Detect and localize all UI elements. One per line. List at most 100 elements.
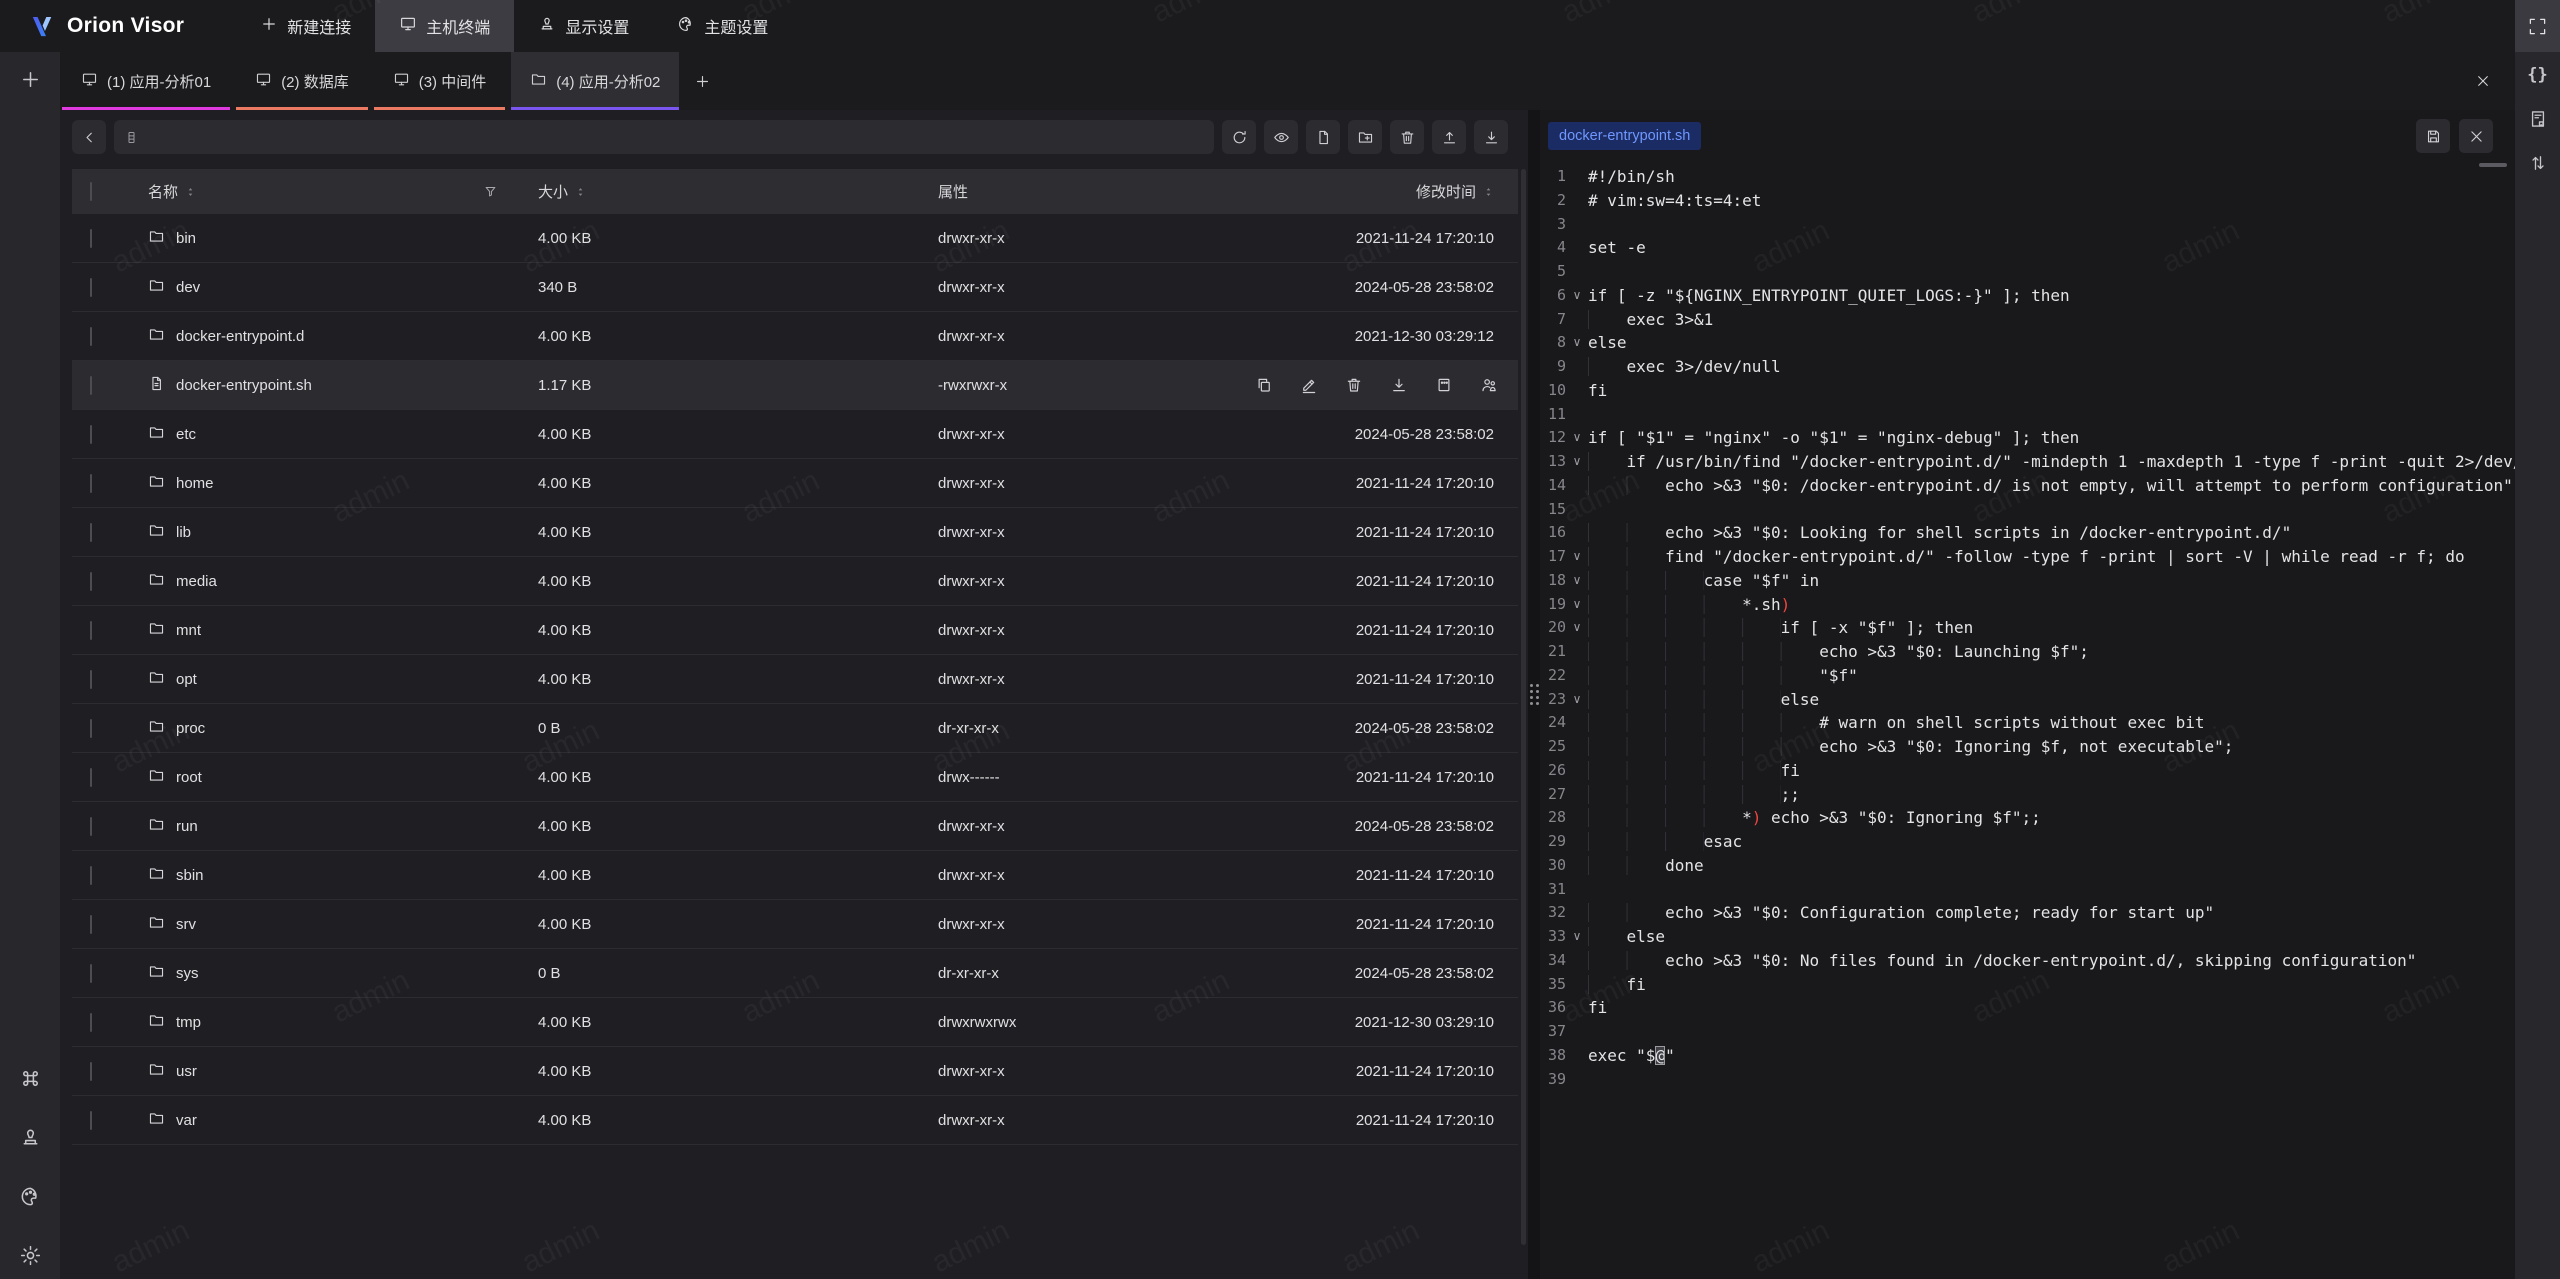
fold-gutter bbox=[1566, 783, 1588, 807]
sidebar-gear-icon[interactable] bbox=[19, 1244, 42, 1267]
code-area[interactable]: 1#!/bin/sh2# vim:sw=4:ts=4:et34set -e56∨… bbox=[1540, 165, 2515, 1091]
table-row[interactable]: root4.00 KBdrwx------2021-11-24 17:20:10 bbox=[72, 753, 1518, 802]
table-row[interactable]: var4.00 KBdrwxr-xr-x2021-11-24 17:20:10 bbox=[72, 1096, 1518, 1145]
table-row[interactable]: proc0 Bdr-xr-xr-x2024-05-28 23:58:02 bbox=[72, 704, 1518, 753]
sidebar-stamp-icon[interactable] bbox=[19, 1126, 42, 1149]
row-checkbox[interactable] bbox=[90, 572, 92, 591]
row-checkbox[interactable] bbox=[90, 1111, 92, 1130]
code-text: else bbox=[1588, 688, 1819, 712]
table-row[interactable]: opt4.00 KBdrwxr-xr-x2021-11-24 17:20:10 bbox=[72, 655, 1518, 704]
row-checkbox[interactable] bbox=[90, 376, 92, 395]
row-checkbox[interactable] bbox=[90, 1013, 92, 1032]
brand[interactable]: Orion Visor bbox=[0, 0, 184, 52]
braces-icon[interactable]: {} bbox=[2528, 65, 2548, 85]
row-permission-icon[interactable] bbox=[1480, 376, 1498, 394]
trash-button[interactable] bbox=[1390, 120, 1424, 154]
top-menu-item-0[interactable]: 新建连接 bbox=[236, 0, 375, 52]
row-checkbox[interactable] bbox=[90, 866, 92, 885]
table-row[interactable]: etc4.00 KBdrwxr-xr-x2024-05-28 23:58:02 bbox=[72, 410, 1518, 459]
row-checkbox[interactable] bbox=[90, 523, 92, 542]
fold-gutter bbox=[1566, 759, 1588, 783]
table-row[interactable]: tmp4.00 KBdrwxrwxrwx2021-12-30 03:29:10 bbox=[72, 998, 1518, 1047]
file-panel-scrollbar[interactable] bbox=[1521, 169, 1526, 1245]
table-row[interactable]: srv4.00 KBdrwxr-xr-x2021-11-24 17:20:10 bbox=[72, 900, 1518, 949]
table-row[interactable]: sys0 Bdr-xr-xr-x2024-05-28 23:58:02 bbox=[72, 949, 1518, 998]
row-checkbox[interactable] bbox=[90, 474, 92, 493]
close-panel-icon[interactable] bbox=[2475, 52, 2491, 110]
row-checkbox[interactable] bbox=[90, 621, 92, 640]
row-checkbox[interactable] bbox=[90, 768, 92, 787]
row-checkbox[interactable] bbox=[90, 817, 92, 836]
row-checkbox[interactable] bbox=[90, 229, 92, 248]
terminal-tab-2[interactable]: (2) 数据库 bbox=[236, 52, 368, 110]
terminal-tab-4[interactable]: (4) 应用-分析02 bbox=[511, 52, 679, 110]
upload-button[interactable] bbox=[1432, 120, 1466, 154]
fold-chevron-icon[interactable]: ∨ bbox=[1566, 545, 1588, 569]
sidebar-command-icon[interactable] bbox=[19, 1067, 42, 1090]
fold-chevron-icon[interactable]: ∨ bbox=[1566, 616, 1588, 640]
table-row[interactable]: docker-entrypoint.sh1.17 KB-rwxrwxr-x bbox=[72, 361, 1518, 410]
fold-chevron-icon[interactable]: ∨ bbox=[1566, 593, 1588, 617]
table-row[interactable]: usr4.00 KBdrwxr-xr-x2021-11-24 17:20:10 bbox=[72, 1047, 1518, 1096]
row-checkbox[interactable] bbox=[90, 964, 92, 983]
fold-chevron-icon[interactable]: ∨ bbox=[1566, 331, 1588, 355]
new-file-button[interactable] bbox=[1306, 120, 1340, 154]
fold-gutter bbox=[1566, 735, 1588, 759]
row-checkbox[interactable] bbox=[90, 278, 92, 297]
row-copy-path-icon[interactable] bbox=[1435, 376, 1453, 394]
table-row[interactable]: media4.00 KBdrwxr-xr-x2021-11-24 17:20:1… bbox=[72, 557, 1518, 606]
fold-chevron-icon[interactable]: ∨ bbox=[1566, 688, 1588, 712]
fold-chevron-icon[interactable]: ∨ bbox=[1566, 284, 1588, 308]
sort-vertical-icon[interactable] bbox=[2528, 153, 2548, 173]
top-menu-item-2[interactable]: 显示设置 bbox=[514, 0, 653, 52]
new-folder-button[interactable] bbox=[1348, 120, 1382, 154]
select-all-checkbox[interactable] bbox=[90, 182, 92, 201]
table-row[interactable]: home4.00 KBdrwxr-xr-x2021-11-24 17:20:10 bbox=[72, 459, 1518, 508]
row-copy-icon[interactable] bbox=[1255, 376, 1273, 394]
row-delete-icon[interactable] bbox=[1345, 376, 1363, 394]
row-checkbox[interactable] bbox=[90, 1062, 92, 1081]
row-checkbox[interactable] bbox=[90, 915, 92, 934]
file-mtime: 2021-11-24 17:20:10 bbox=[1344, 524, 1518, 541]
row-download-icon[interactable] bbox=[1390, 376, 1408, 394]
open-file-badge[interactable]: docker-entrypoint.sh bbox=[1548, 122, 1701, 150]
sidebar-palette-icon[interactable] bbox=[19, 1185, 42, 1208]
sidebar-plus-icon[interactable] bbox=[19, 68, 42, 91]
row-edit-icon[interactable] bbox=[1300, 376, 1318, 394]
save-button[interactable] bbox=[2416, 119, 2450, 153]
refresh-button[interactable] bbox=[1222, 120, 1256, 154]
top-menu-item-1[interactable]: 主机终端 bbox=[375, 0, 514, 52]
new-tab-button[interactable] bbox=[679, 52, 725, 110]
table-row[interactable]: lib4.00 KBdrwxr-xr-x2021-11-24 17:20:10 bbox=[72, 508, 1518, 557]
back-button[interactable] bbox=[72, 120, 106, 154]
eye-button[interactable] bbox=[1264, 120, 1298, 154]
close-editor-button[interactable] bbox=[2459, 119, 2493, 153]
row-checkbox[interactable] bbox=[90, 425, 92, 444]
table-row[interactable]: sbin4.00 KBdrwxr-xr-x2021-11-24 17:20:10 bbox=[72, 851, 1518, 900]
file-mtime: 2024-05-28 23:58:02 bbox=[1344, 818, 1518, 835]
row-checkbox[interactable] bbox=[90, 670, 92, 689]
sort-time-icon[interactable] bbox=[1483, 184, 1494, 200]
panel-resize-divider[interactable] bbox=[1528, 110, 1540, 1279]
row-checkbox[interactable] bbox=[90, 719, 92, 738]
fullscreen-button[interactable] bbox=[2515, 0, 2560, 52]
table-row[interactable]: bin4.00 KBdrwxr-xr-x2021-11-24 17:20:10 bbox=[72, 214, 1518, 263]
path-input[interactable] bbox=[114, 120, 1214, 154]
sort-name-icon[interactable] bbox=[185, 184, 196, 200]
terminal-tab-1[interactable]: (1) 应用-分析01 bbox=[62, 52, 230, 110]
sort-size-icon[interactable] bbox=[575, 184, 586, 200]
table-row[interactable]: dev340 Bdrwxr-xr-x2024-05-28 23:58:02 bbox=[72, 263, 1518, 312]
table-row[interactable]: docker-entrypoint.d4.00 KBdrwxr-xr-x2021… bbox=[72, 312, 1518, 361]
fold-chevron-icon[interactable]: ∨ bbox=[1566, 450, 1588, 474]
row-checkbox[interactable] bbox=[90, 327, 92, 346]
table-row[interactable]: run4.00 KBdrwxr-xr-x2024-05-28 23:58:02 bbox=[72, 802, 1518, 851]
top-menu-item-3[interactable]: 主题设置 bbox=[653, 0, 792, 52]
fold-chevron-icon[interactable]: ∨ bbox=[1566, 569, 1588, 593]
fold-chevron-icon[interactable]: ∨ bbox=[1566, 426, 1588, 450]
filter-icon[interactable] bbox=[483, 184, 498, 199]
table-row[interactable]: mnt4.00 KBdrwxr-xr-x2021-11-24 17:20:10 bbox=[72, 606, 1518, 655]
fold-chevron-icon[interactable]: ∨ bbox=[1566, 925, 1588, 949]
doc-bookmark-icon[interactable] bbox=[2528, 109, 2548, 129]
terminal-tab-3[interactable]: (3) 中间件 bbox=[374, 52, 506, 110]
download-button[interactable] bbox=[1474, 120, 1508, 154]
